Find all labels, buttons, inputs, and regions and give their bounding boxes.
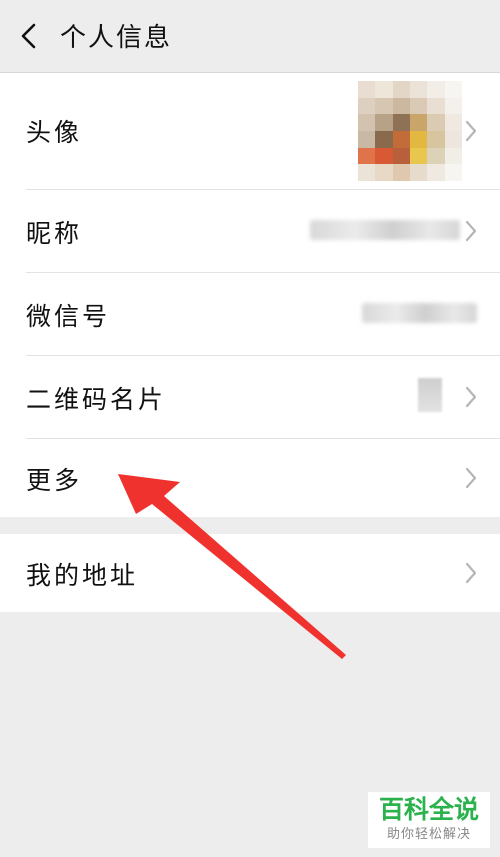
chevron-right-icon — [465, 467, 477, 489]
chevron-left-icon — [21, 23, 36, 49]
qr-card-row[interactable]: 二维码名片 — [0, 356, 500, 438]
chevron-right-icon — [465, 562, 477, 584]
qr-card-label: 二维码名片 — [26, 385, 167, 414]
back-button[interactable] — [10, 16, 50, 56]
nickname-value-blurred — [310, 220, 460, 240]
address-group: 我的地址 — [0, 534, 500, 612]
profile-info-group: 头像 昵称 微信号 二维码名片 更多 — [0, 73, 500, 517]
wechat-id-label: 微信号 — [26, 302, 111, 331]
address-label: 我的地址 — [26, 561, 139, 590]
chevron-right-icon — [465, 220, 477, 242]
address-row[interactable]: 我的地址 — [0, 534, 500, 612]
nickname-row[interactable]: 昵称 — [0, 190, 500, 272]
wechat-id-value-blurred — [362, 303, 477, 323]
watermark-title: 百科全说 — [378, 795, 479, 824]
wechat-id-row[interactable]: 微信号 — [0, 273, 500, 355]
qr-code-icon — [418, 378, 442, 412]
avatar-row[interactable]: 头像 — [0, 73, 500, 189]
avatar-label: 头像 — [26, 118, 83, 147]
chevron-right-icon — [465, 386, 477, 408]
more-row[interactable]: 更多 — [0, 439, 500, 517]
more-label: 更多 — [26, 466, 83, 495]
nickname-label: 昵称 — [26, 219, 83, 248]
chevron-right-icon — [465, 120, 477, 142]
avatar[interactable] — [358, 81, 462, 181]
page-title: 个人信息 — [60, 23, 173, 53]
watermark-logo: 百科全说 助你轻松解决 — [368, 792, 490, 848]
watermark-subtitle: 助你轻松解决 — [386, 827, 471, 842]
top-bar: 个人信息 — [0, 0, 500, 73]
